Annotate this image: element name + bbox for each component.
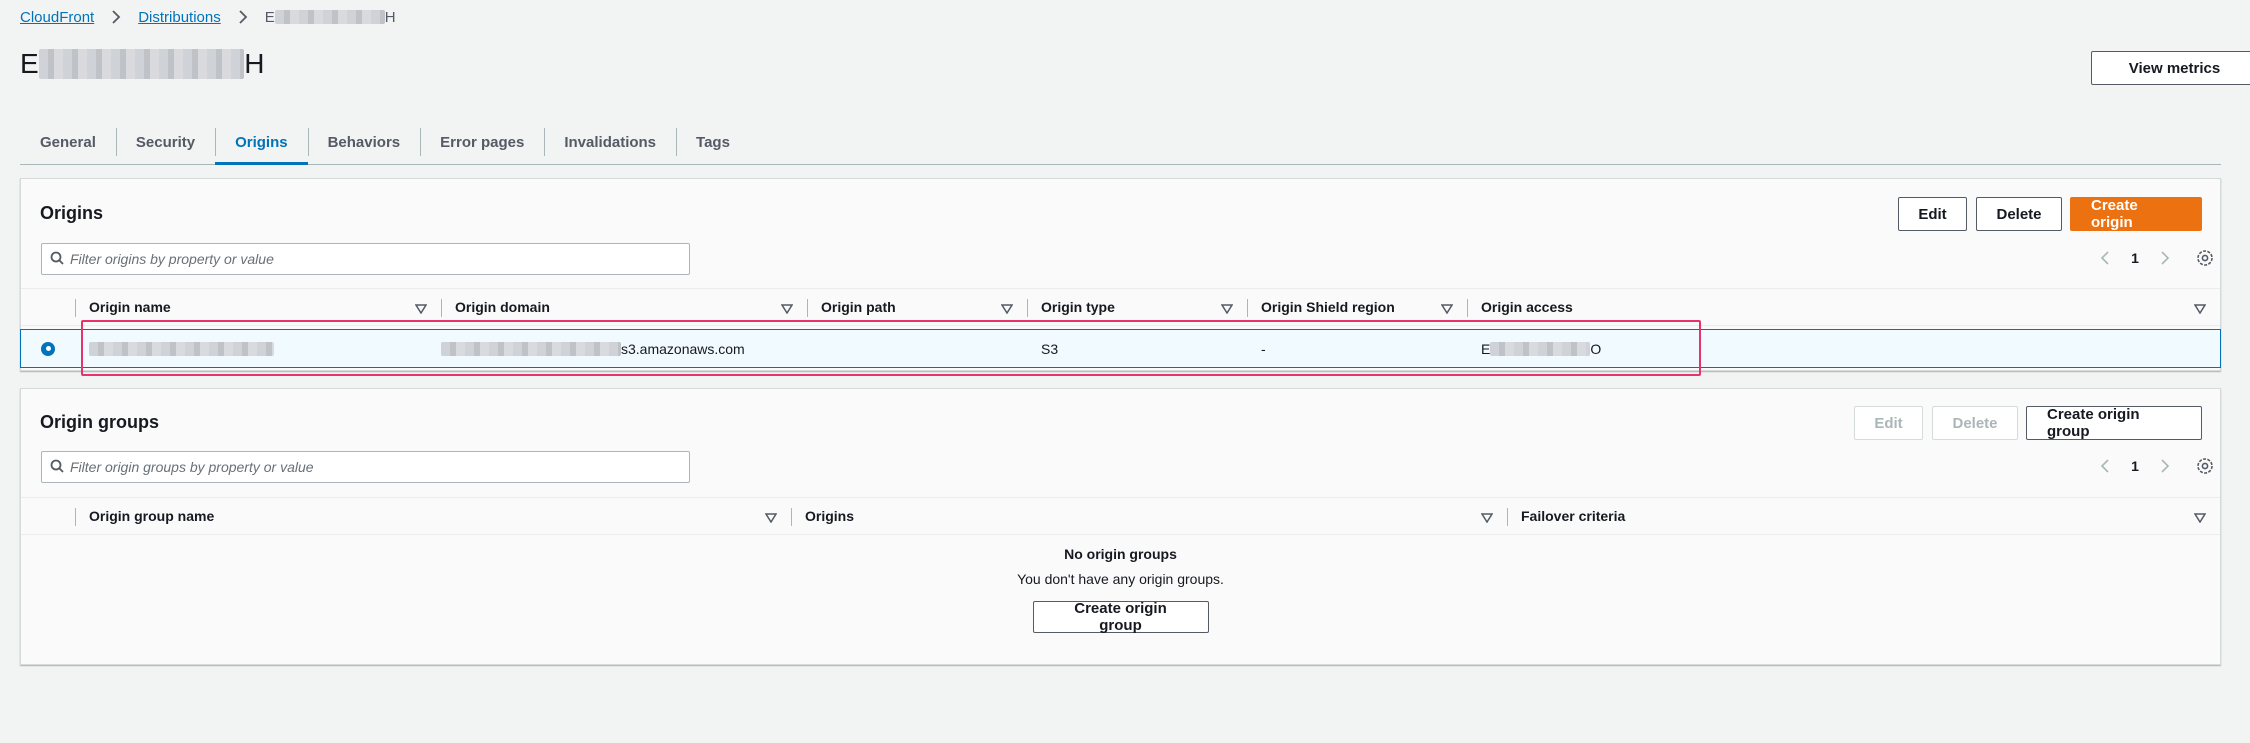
origin-groups-table-header: Origin group name Origins Failover crite…: [21, 497, 2220, 535]
breadcrumb-cloudfront-link[interactable]: CloudFront: [20, 9, 94, 26]
chevron-right-icon: [233, 7, 253, 27]
origin-groups-filter: [41, 451, 690, 483]
edit-origin-button[interactable]: Edit: [1898, 197, 1967, 231]
column-origin-domain[interactable]: Origin domain: [441, 289, 807, 325]
origins-title: Origins: [40, 203, 104, 223]
origin-groups-title: Origin groups: [40, 412, 159, 432]
page-number[interactable]: 1: [2120, 246, 2150, 270]
delete-origin-button[interactable]: Delete: [1976, 197, 2062, 231]
column-origin-shield-region[interactable]: Origin Shield region: [1247, 289, 1467, 325]
sort-down-icon[interactable]: [2193, 510, 2207, 526]
tab-tags[interactable]: Tags: [676, 120, 750, 164]
origin-groups-panel: Origin groups Edit Delete Create origin …: [20, 388, 2221, 665]
empty-state: No origin groups You don't have any orig…: [21, 546, 2220, 634]
breadcrumb-distributions-link[interactable]: Distributions: [138, 9, 221, 26]
chevron-right-icon: [106, 7, 126, 27]
chevron-right-icon[interactable]: [2150, 454, 2180, 478]
tab-bar: General Security Origins Behaviors Error…: [20, 120, 2221, 165]
cell-origin-name: [75, 330, 441, 367]
chevron-left-icon[interactable]: [2090, 246, 2120, 270]
create-origin-button[interactable]: Create origin: [2070, 197, 2202, 231]
gear-icon[interactable]: [2190, 246, 2220, 270]
origins-pagination: 1: [2090, 246, 2220, 270]
origins-panel: Origins Edit Delete Create origin 1 Orig…: [20, 178, 2221, 371]
search-icon: [50, 251, 64, 268]
search-icon: [50, 459, 64, 476]
cell-origin-shield-region: -: [1261, 340, 1266, 357]
edit-origin-group-button[interactable]: Edit: [1854, 406, 1923, 440]
redacted-access-id: [1490, 341, 1591, 356]
cell-origin-access: E O: [1481, 340, 1602, 357]
sort-down-icon[interactable]: [2193, 301, 2207, 317]
cell-origin-path: [807, 330, 1027, 367]
page-number[interactable]: 1: [2120, 454, 2150, 478]
column-origin-path[interactable]: Origin path: [807, 289, 1027, 325]
redacted-domain: [441, 341, 621, 356]
column-origin-access[interactable]: Origin access: [1467, 289, 2220, 325]
empty-state-text: You don't have any origin groups.: [1017, 571, 1224, 587]
sort-down-icon[interactable]: [1000, 301, 1014, 317]
tab-origins[interactable]: Origins: [215, 120, 308, 165]
tab-error-pages[interactable]: Error pages: [420, 120, 544, 164]
cell-origin-domain: s3.amazonaws.com: [441, 330, 807, 367]
view-metrics-button[interactable]: View metrics: [2091, 51, 2250, 85]
sort-down-icon[interactable]: [764, 510, 778, 526]
column-origin-group-name[interactable]: Origin group name: [75, 498, 791, 534]
redacted-id: [274, 10, 385, 24]
chevron-left-icon[interactable]: [2090, 454, 2120, 478]
origin-groups-filter-input[interactable]: [70, 459, 681, 475]
sort-down-icon[interactable]: [1440, 301, 1454, 317]
tab-general[interactable]: General: [20, 120, 116, 164]
sort-down-icon[interactable]: [414, 301, 428, 317]
empty-create-origin-group-button[interactable]: Create origin group: [1032, 600, 1209, 634]
create-origin-group-button[interactable]: Create origin group: [2026, 406, 2202, 440]
table-row[interactable]: s3.amazonaws.com S3 - E O: [20, 329, 2221, 368]
tab-behaviors[interactable]: Behaviors: [307, 120, 421, 164]
sort-down-icon[interactable]: [1480, 510, 1494, 526]
chevron-right-icon[interactable]: [2150, 246, 2180, 270]
page-title: E H: [20, 48, 265, 79]
cell-origin-type: S3: [1041, 340, 1059, 357]
redacted-origin-name: [89, 341, 274, 356]
breadcrumb-current: E H: [264, 8, 396, 26]
sort-down-icon[interactable]: [1220, 301, 1234, 317]
redacted-id: [39, 49, 245, 79]
column-origin-name[interactable]: Origin name: [75, 289, 441, 325]
origins-filter: [41, 243, 690, 275]
origins-table-header: Origin name Origin domain Origin path Or…: [21, 288, 2220, 326]
gear-icon[interactable]: [2190, 454, 2220, 478]
row-radio-selected[interactable]: [41, 341, 55, 356]
tab-security[interactable]: Security: [115, 120, 215, 164]
delete-origin-group-button[interactable]: Delete: [1932, 406, 2018, 440]
tab-invalidations[interactable]: Invalidations: [544, 120, 676, 164]
column-origins[interactable]: Origins: [791, 498, 1507, 534]
breadcrumb: CloudFront Distributions E H: [20, 7, 396, 27]
sort-down-icon[interactable]: [780, 301, 794, 317]
column-origin-type[interactable]: Origin type: [1027, 289, 1247, 325]
empty-state-title: No origin groups: [1064, 546, 1177, 562]
origins-filter-input[interactable]: [70, 251, 681, 267]
origin-groups-pagination: 1: [2090, 454, 2220, 478]
column-failover-criteria[interactable]: Failover criteria: [1507, 498, 2220, 534]
